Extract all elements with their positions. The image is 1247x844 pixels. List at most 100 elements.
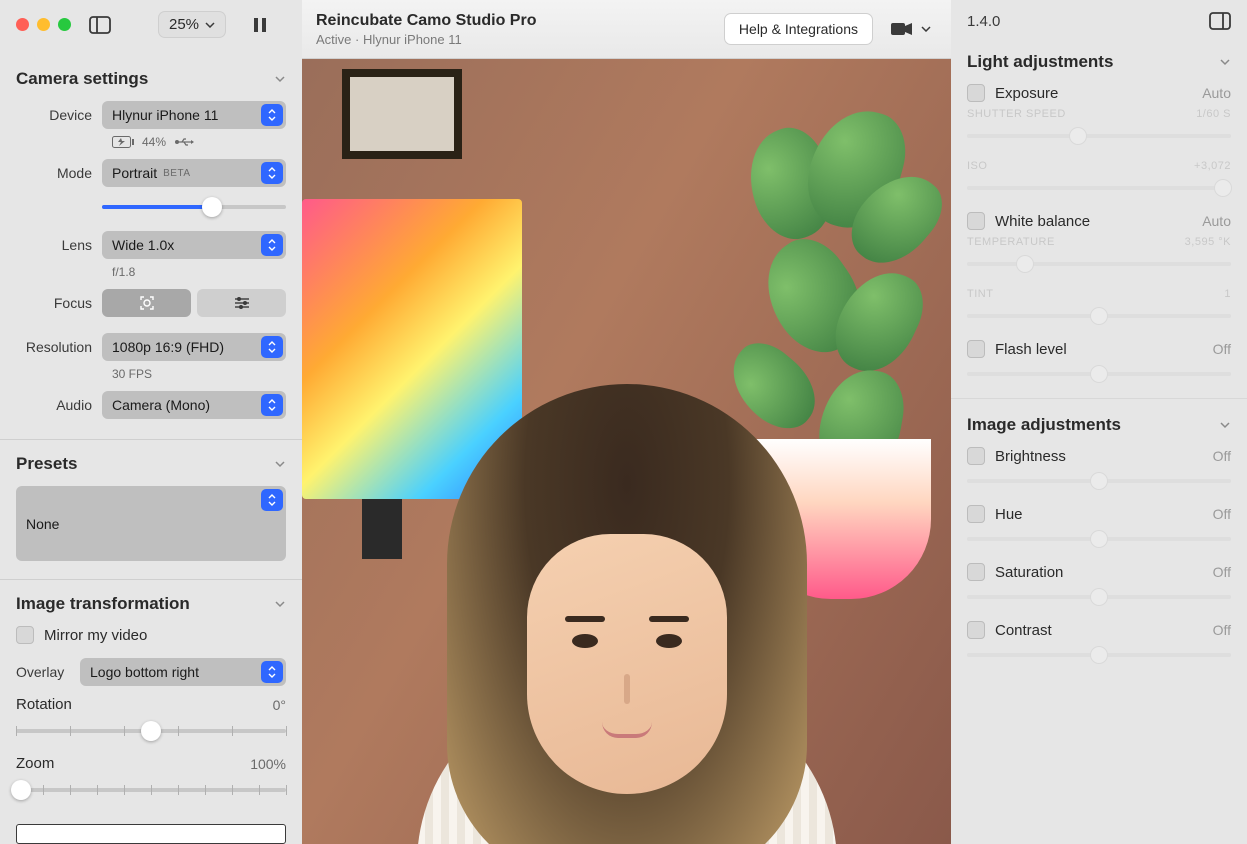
right-sidebar-toggle-icon[interactable] <box>1209 12 1231 30</box>
divider <box>0 579 302 580</box>
flash-row: Flash level Off <box>967 340 1231 358</box>
shutter-value: 1/60 s <box>1196 108 1231 120</box>
temp-value: 3,595 °K <box>1185 236 1231 248</box>
left-panel: 25% Camera settings Device Hlynur iPhone… <box>0 0 302 844</box>
device-row: Device Hlynur iPhone 11 <box>16 101 286 129</box>
shutter-label: SHUTTER SPEED <box>967 108 1066 120</box>
device-status: 44% <box>112 135 286 149</box>
mirror-row: Mirror my video <box>16 626 286 644</box>
tint-slider[interactable] <box>967 306 1231 326</box>
overlay-select[interactable]: Logo bottom right <box>80 658 286 686</box>
select-arrows-icon <box>261 336 283 358</box>
app-title: Reincubate Camo Studio Pro <box>316 12 536 30</box>
exposure-checkbox[interactable] <box>967 84 985 102</box>
center-panel: Reincubate Camo Studio Pro Active · Hlyn… <box>302 0 951 844</box>
focus-auto-button[interactable] <box>102 289 191 317</box>
lens-select[interactable]: Wide 1.0x <box>102 231 286 259</box>
camera-dropdown[interactable] <box>885 18 937 40</box>
flash-label: Flash level <box>995 341 1067 358</box>
zoom-preview-box[interactable] <box>16 824 286 844</box>
brightness-row: Brightness Off <box>967 447 1231 465</box>
focus-manual-button[interactable] <box>197 289 286 317</box>
rotation-slider[interactable] <box>16 721 286 741</box>
brightness-slider[interactable] <box>967 471 1231 491</box>
device-label: Device <box>16 107 102 123</box>
wb-mode[interactable]: Auto <box>1202 213 1231 229</box>
hue-checkbox[interactable] <box>967 505 985 523</box>
hue-mode[interactable]: Off <box>1213 506 1231 522</box>
resolution-row: Resolution 1080p 16:9 (FHD) <box>16 333 286 361</box>
section-title: Presets <box>16 454 77 474</box>
hue-slider[interactable] <box>967 529 1231 549</box>
lens-row: Lens Wide 1.0x <box>16 231 286 259</box>
wb-checkbox[interactable] <box>967 212 985 230</box>
divider <box>951 398 1247 399</box>
window-controls-row: 25% <box>16 12 286 37</box>
temp-sub: TEMPERATURE 3,595 °K <box>967 236 1231 248</box>
overlay-row: Overlay Logo bottom right <box>16 658 286 686</box>
flash-slider[interactable] <box>967 364 1231 384</box>
audio-select[interactable]: Camera (Mono) <box>102 391 286 419</box>
chevron-down-icon <box>1219 56 1231 68</box>
device-value: Hlynur iPhone 11 <box>112 107 218 123</box>
video-camera-icon <box>891 22 913 36</box>
focus-label: Focus <box>16 295 102 311</box>
aperture-text: f/1.8 <box>112 265 286 279</box>
select-arrows-icon <box>261 104 283 126</box>
mirror-label: Mirror my video <box>44 627 147 644</box>
hue-label: Hue <box>995 506 1023 523</box>
tint-sub: TINT 1 <box>967 288 1231 300</box>
image-adjustments-header[interactable]: Image adjustments <box>967 415 1231 435</box>
exposure-mode[interactable]: Auto <box>1202 85 1231 101</box>
lens-value: Wide 1.0x <box>112 237 174 253</box>
lens-label: Lens <box>16 237 102 253</box>
mirror-checkbox[interactable] <box>16 626 34 644</box>
brightness-checkbox[interactable] <box>967 447 985 465</box>
help-integrations-button[interactable]: Help & Integrations <box>724 13 873 45</box>
flash-mode[interactable]: Off <box>1213 341 1231 357</box>
close-window-button[interactable] <box>16 18 29 31</box>
mode-row: Mode Portrait BETA <box>16 159 286 187</box>
camera-preview <box>302 59 951 844</box>
presets-header[interactable]: Presets <box>16 454 286 474</box>
fullscreen-window-button[interactable] <box>58 18 71 31</box>
contrast-slider[interactable] <box>967 645 1231 665</box>
resolution-select[interactable]: 1080p 16:9 (FHD) <box>102 333 286 361</box>
overlay-label: Overlay <box>16 664 80 680</box>
zoom-select[interactable]: 25% <box>159 12 225 37</box>
minimize-window-button[interactable] <box>37 18 50 31</box>
select-arrows-icon <box>261 234 283 256</box>
chevron-down-icon <box>274 598 286 610</box>
sidebar-toggle-icon[interactable] <box>89 16 111 34</box>
zoom-slider[interactable] <box>16 780 286 800</box>
contrast-checkbox[interactable] <box>967 621 985 639</box>
image-transformation-header[interactable]: Image transformation <box>16 594 286 614</box>
mode-intensity-slider[interactable] <box>102 197 286 217</box>
iso-slider[interactable] <box>967 178 1231 198</box>
preset-value: None <box>26 516 59 532</box>
brightness-mode[interactable]: Off <box>1213 448 1231 464</box>
saturation-mode[interactable]: Off <box>1213 564 1231 580</box>
camera-settings-header[interactable]: Camera settings <box>16 69 286 89</box>
device-select[interactable]: Hlynur iPhone 11 <box>102 101 286 129</box>
saturation-slider[interactable] <box>967 587 1231 607</box>
saturation-checkbox[interactable] <box>967 563 985 581</box>
audio-value: Camera (Mono) <box>112 397 210 413</box>
contrast-mode[interactable]: Off <box>1213 622 1231 638</box>
exposure-label: Exposure <box>995 85 1058 102</box>
temp-label: TEMPERATURE <box>967 236 1055 248</box>
mode-value: Portrait <box>112 165 157 181</box>
light-adjustments-header[interactable]: Light adjustments <box>967 52 1231 72</box>
shutter-slider[interactable] <box>967 126 1231 146</box>
tint-label: TINT <box>967 288 993 300</box>
contrast-row: Contrast Off <box>967 621 1231 639</box>
iso-sub: ISO +3,072 <box>967 160 1231 172</box>
flash-checkbox[interactable] <box>967 340 985 358</box>
presets-select[interactable]: None <box>16 486 286 561</box>
pause-button[interactable] <box>253 17 267 33</box>
temp-slider[interactable] <box>967 254 1231 274</box>
chevron-down-icon <box>921 26 931 32</box>
brightness-label: Brightness <box>995 448 1066 465</box>
traffic-lights <box>16 18 71 31</box>
mode-select[interactable]: Portrait BETA <box>102 159 286 187</box>
